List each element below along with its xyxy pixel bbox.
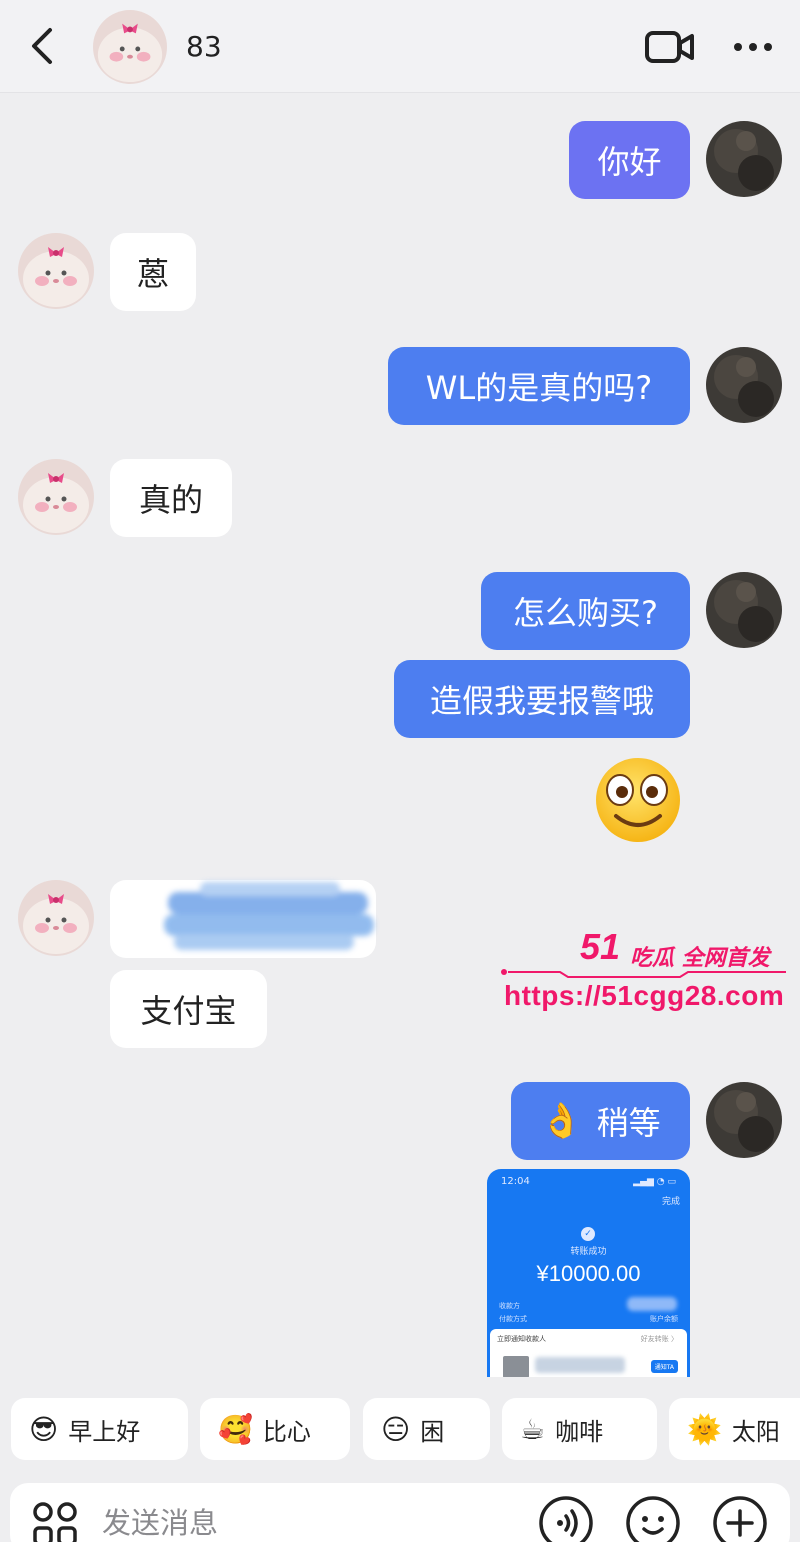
heart-face-icon: 🥰 — [218, 1412, 253, 1446]
back-icon[interactable] — [24, 24, 64, 68]
quick-reply-label: 比心 — [262, 1417, 311, 1446]
plus-icon[interactable] — [712, 1495, 768, 1542]
message-input-bar — [10, 1483, 790, 1542]
screenshot-amount: ¥10000.00 — [536, 1261, 641, 1286]
emoji-icon[interactable] — [625, 1495, 681, 1542]
message-text: WL的是真的吗? — [425, 369, 653, 407]
outgoing-message[interactable]: 你好 — [569, 121, 690, 199]
outgoing-message[interactable]: 造假我要报警哦 — [394, 660, 690, 738]
screenshot-done: 完成 — [661, 1197, 680, 1207]
screenshot-redaction — [535, 1357, 625, 1373]
message-input[interactable] — [102, 1503, 522, 1542]
screenshot-notice: 立即通知收款人 — [497, 1335, 546, 1343]
screenshot-notify-button: 通知TA — [650, 1360, 678, 1373]
contact-avatar[interactable] — [18, 459, 94, 535]
screenshot-payee: 收款方 — [499, 1302, 520, 1310]
sunglasses-face-icon: 😎 — [29, 1412, 59, 1446]
my-avatar[interactable] — [706, 572, 782, 648]
message-text: 造假我要报警哦 — [429, 682, 654, 720]
ok-hand-icon: 👌 — [540, 1101, 583, 1141]
my-avatar[interactable] — [706, 121, 782, 197]
sun-icon: 🌞 — [687, 1412, 722, 1446]
quick-reply-label: 太阳 — [731, 1417, 780, 1446]
payment-screenshot-image[interactable]: 12:04 ▂▄▆ ◔ ▭ 完成 ✓ 转账成功 ¥10000.00 收款方 付款… — [487, 1169, 690, 1377]
watermark-logo: 51 — [580, 926, 621, 967]
contact-avatar[interactable] — [18, 880, 94, 956]
message-text: 怎么购买? — [513, 594, 658, 632]
quick-reply-heart[interactable]: 🥰 比心 — [200, 1398, 350, 1460]
quick-reply-label: 咖啡 — [555, 1417, 604, 1446]
coffee-icon: ☕ — [520, 1412, 546, 1446]
screenshot-time: 12:04 — [501, 1176, 530, 1187]
incoming-message[interactable]: 真的 — [110, 459, 232, 537]
voice-icon[interactable] — [538, 1495, 594, 1542]
quick-reply-good-morning[interactable]: 😎 早上好 — [11, 1398, 188, 1460]
message-text: 支付宝 — [140, 992, 237, 1030]
smiley-face-icon[interactable] — [586, 752, 690, 844]
message-text: 你好 — [597, 143, 662, 181]
video-call-icon[interactable] — [644, 28, 696, 66]
screenshot-redaction — [627, 1297, 677, 1311]
screenshot-notice-link: 好友转账 〉 — [640, 1335, 678, 1343]
my-avatar[interactable] — [706, 347, 782, 423]
my-avatar[interactable] — [706, 1082, 782, 1158]
incoming-message[interactable]: 支付宝 — [110, 970, 267, 1048]
apps-grid-icon[interactable] — [32, 1501, 78, 1542]
outgoing-message[interactable]: WL的是真的吗? — [388, 347, 690, 425]
screenshot-thumbnail — [503, 1356, 529, 1377]
quick-reply-label: 困 — [420, 1417, 445, 1446]
message-text: 蒽 — [136, 255, 169, 293]
quick-reply-sun[interactable]: 🌞 太阳 — [669, 1398, 800, 1460]
contact-avatar[interactable] — [18, 233, 94, 309]
success-check-icon: ✓ — [581, 1227, 595, 1241]
quick-reply-coffee[interactable]: ☕ 咖啡 — [502, 1398, 657, 1460]
redaction-scribble — [160, 870, 385, 970]
screenshot-status: 转账成功 — [570, 1247, 607, 1257]
more-options-icon[interactable] — [730, 30, 776, 64]
watermark-divider — [500, 964, 790, 978]
outgoing-message[interactable]: 👌 稍等 — [511, 1082, 690, 1160]
message-text: 稍等 — [596, 1104, 661, 1142]
signal-icon: ▂▄▆ ◔ ▭ — [633, 1177, 676, 1187]
sleepy-face-icon: 😑 — [381, 1412, 411, 1446]
quick-reply-sleepy[interactable]: 😑 困 — [363, 1398, 490, 1460]
contact-name[interactable]: 83 — [186, 30, 222, 63]
screenshot-method-value: 账户余额 — [650, 1315, 678, 1323]
chat-header: 83 — [0, 0, 800, 93]
contact-avatar[interactable] — [93, 10, 167, 84]
outgoing-message[interactable]: 怎么购买? — [481, 572, 690, 650]
quick-reply-label: 早上好 — [68, 1417, 141, 1446]
incoming-message[interactable]: 蒽 — [110, 233, 196, 311]
watermark-url: https://51cgg28.com — [504, 980, 785, 1011]
message-text: 真的 — [138, 481, 203, 519]
screenshot-method: 付款方式 — [499, 1315, 527, 1323]
